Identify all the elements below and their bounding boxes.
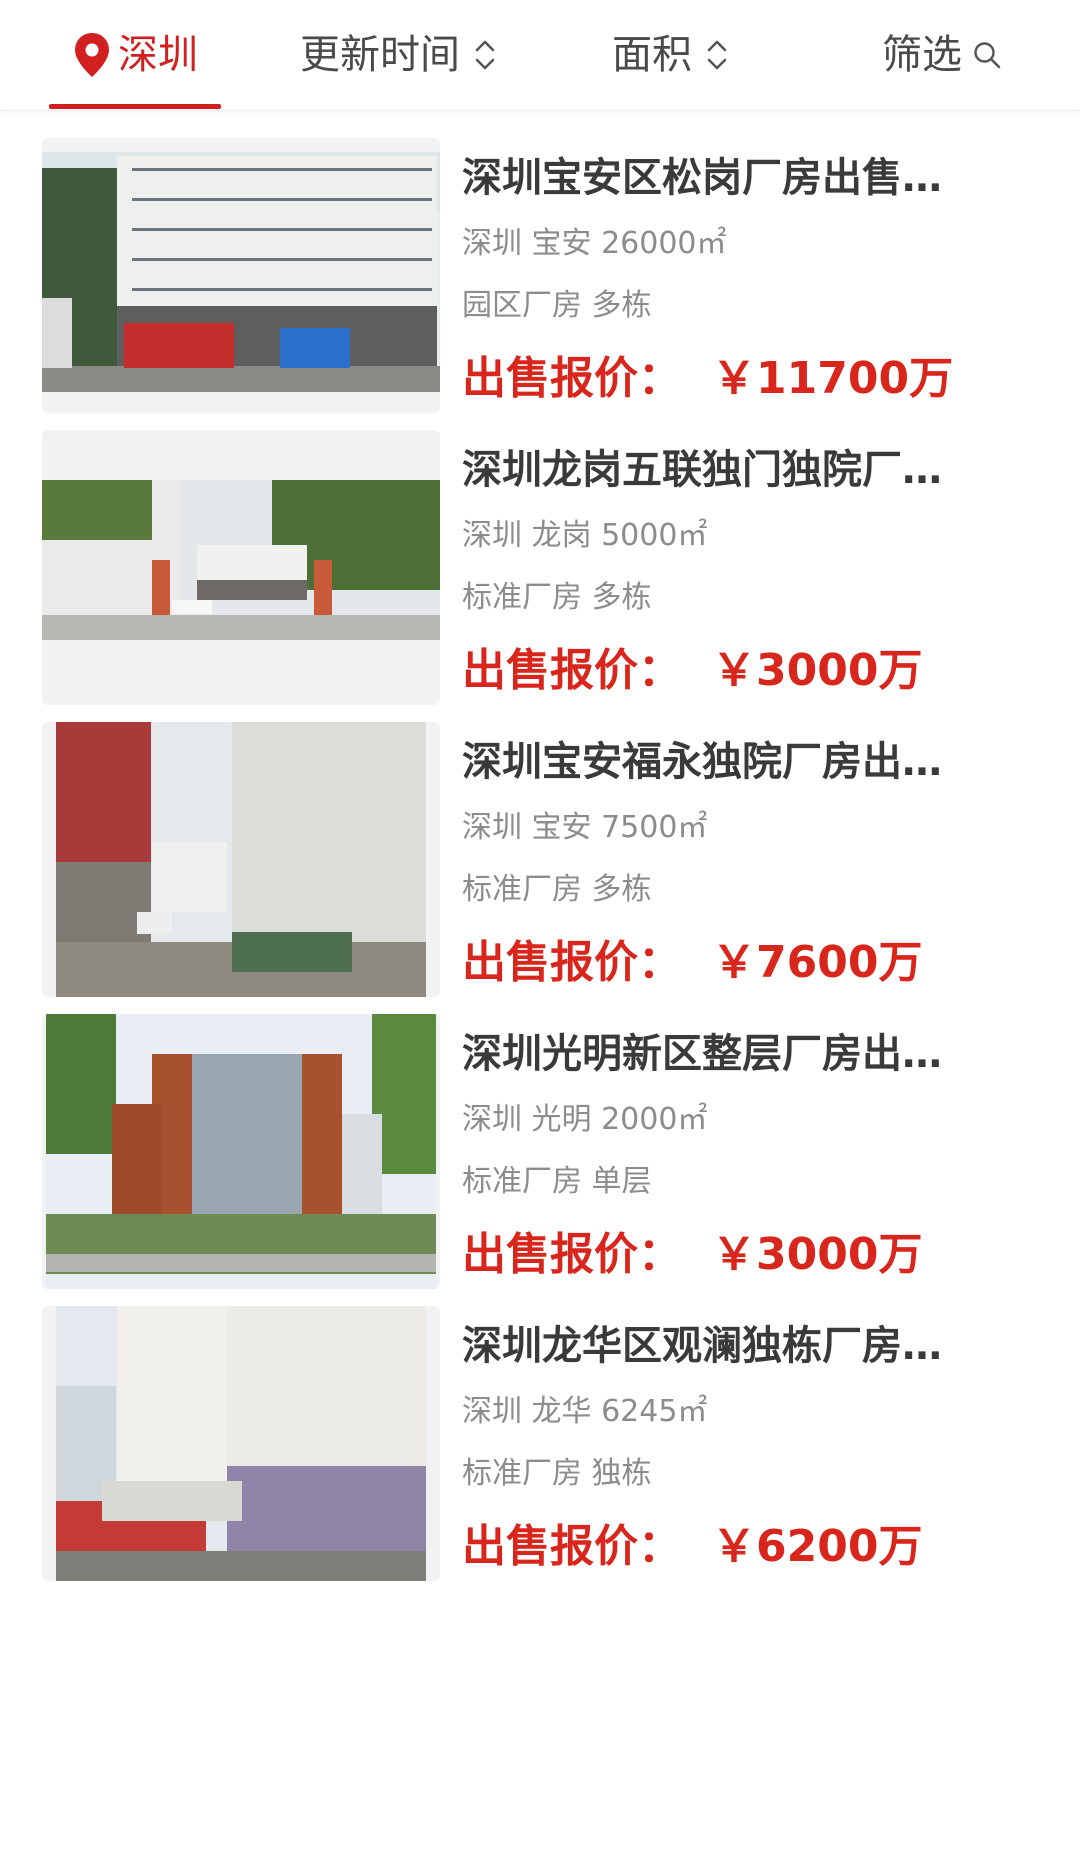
price-value: ￥6200万: [712, 1521, 923, 1572]
listing-card[interactable]: 深圳光明新区整层厂房出… 深圳 光明 2000㎡ 标准厂房 单层 出售报价： ￥3…: [0, 986, 1080, 1289]
listing-type: 园区厂房 多栋: [462, 288, 652, 323]
listing-card[interactable]: 深圳宝安区松岗厂房出售… 深圳 宝安 26000㎡ 园区厂房 多栋 出售报价： ￥…: [0, 110, 1080, 413]
listing-photo: [42, 1014, 440, 1289]
listing-type: 标准厂房 多栋: [462, 580, 652, 615]
listing-price: 出售报价： ￥3000万: [462, 1226, 1007, 1284]
sort-chevrons-icon: [475, 40, 495, 70]
listing-card[interactable]: 深圳宝安福永独院厂房出… 深圳 宝安 7500㎡ 标准厂房 多栋 出售报价： ￥7…: [0, 694, 1080, 997]
listing-type: 标准厂房 独栋: [462, 1456, 652, 1491]
listing-price: 出售报价： ￥6200万: [462, 1518, 1007, 1576]
price-label: 出售报价：: [462, 645, 682, 696]
price-value: ￥11700万: [712, 353, 954, 404]
sort-by-area-tab[interactable]: 面积: [612, 0, 730, 110]
price-label: 出售报价：: [462, 353, 682, 404]
listing-type: 标准厂房 多栋: [462, 872, 652, 907]
price-value: ￥3000万: [712, 1229, 923, 1280]
city-label: 深圳: [118, 32, 198, 78]
listing-type: 标准厂房 单层: [462, 1164, 652, 1199]
listing-card[interactable]: 深圳龙岗五联独门独院厂… 深圳 龙岗 5000㎡ 标准厂房 多栋 出售报价： ￥3…: [0, 402, 1080, 705]
listing-title: 深圳龙岗五联独门独院厂…: [462, 447, 942, 493]
listing-location: 深圳 龙华 6245㎡: [462, 1394, 708, 1429]
price-label: 出售报价：: [462, 1229, 682, 1280]
sort-chevrons-icon: [707, 40, 727, 70]
filter-tab[interactable]: 筛选: [882, 0, 1002, 110]
location-pin-icon: [75, 33, 109, 77]
price-value: ￥3000万: [712, 645, 923, 696]
listing-price: 出售报价： ￥7600万: [462, 934, 1007, 992]
listing-card[interactable]: 深圳龙华区观澜独栋厂房… 深圳 龙华 6245㎡ 标准厂房 独栋 出售报价： ￥6…: [0, 1278, 1080, 1581]
active-tab-underline: [49, 104, 221, 109]
update-time-label: 更新时间: [300, 32, 460, 78]
area-label: 面积: [612, 32, 692, 78]
listing-location: 深圳 宝安 7500㎡: [462, 810, 708, 845]
listing-price: 出售报价： ￥11700万: [462, 350, 1007, 408]
filter-bar: 深圳 更新时间 面积 筛选: [0, 0, 1080, 111]
listing-title: 深圳光明新区整层厂房出…: [462, 1031, 942, 1077]
city-tab[interactable]: 深圳: [72, 0, 198, 110]
listing-photo: [42, 138, 440, 413]
listing-price: 出售报价： ￥3000万: [462, 642, 1007, 700]
listing-title: 深圳宝安福永独院厂房出…: [462, 739, 942, 785]
price-value: ￥7600万: [712, 937, 923, 988]
listing-photo: [42, 430, 440, 705]
listing-location: 深圳 光明 2000㎡: [462, 1102, 708, 1137]
listing-photo: [42, 722, 440, 997]
listing-location: 深圳 宝安 26000㎡: [462, 226, 727, 261]
listing-location: 深圳 龙岗 5000㎡: [462, 518, 708, 553]
price-label: 出售报价：: [462, 937, 682, 988]
price-label: 出售报价：: [462, 1521, 682, 1572]
sort-by-update-time-tab[interactable]: 更新时间: [300, 0, 498, 110]
filter-label: 筛选: [882, 32, 962, 78]
listing-title: 深圳宝安区松岗厂房出售…: [462, 155, 942, 201]
search-icon: [974, 42, 1001, 69]
listing-photo: [42, 1306, 440, 1581]
listing-title: 深圳龙华区观澜独栋厂房…: [462, 1323, 942, 1369]
